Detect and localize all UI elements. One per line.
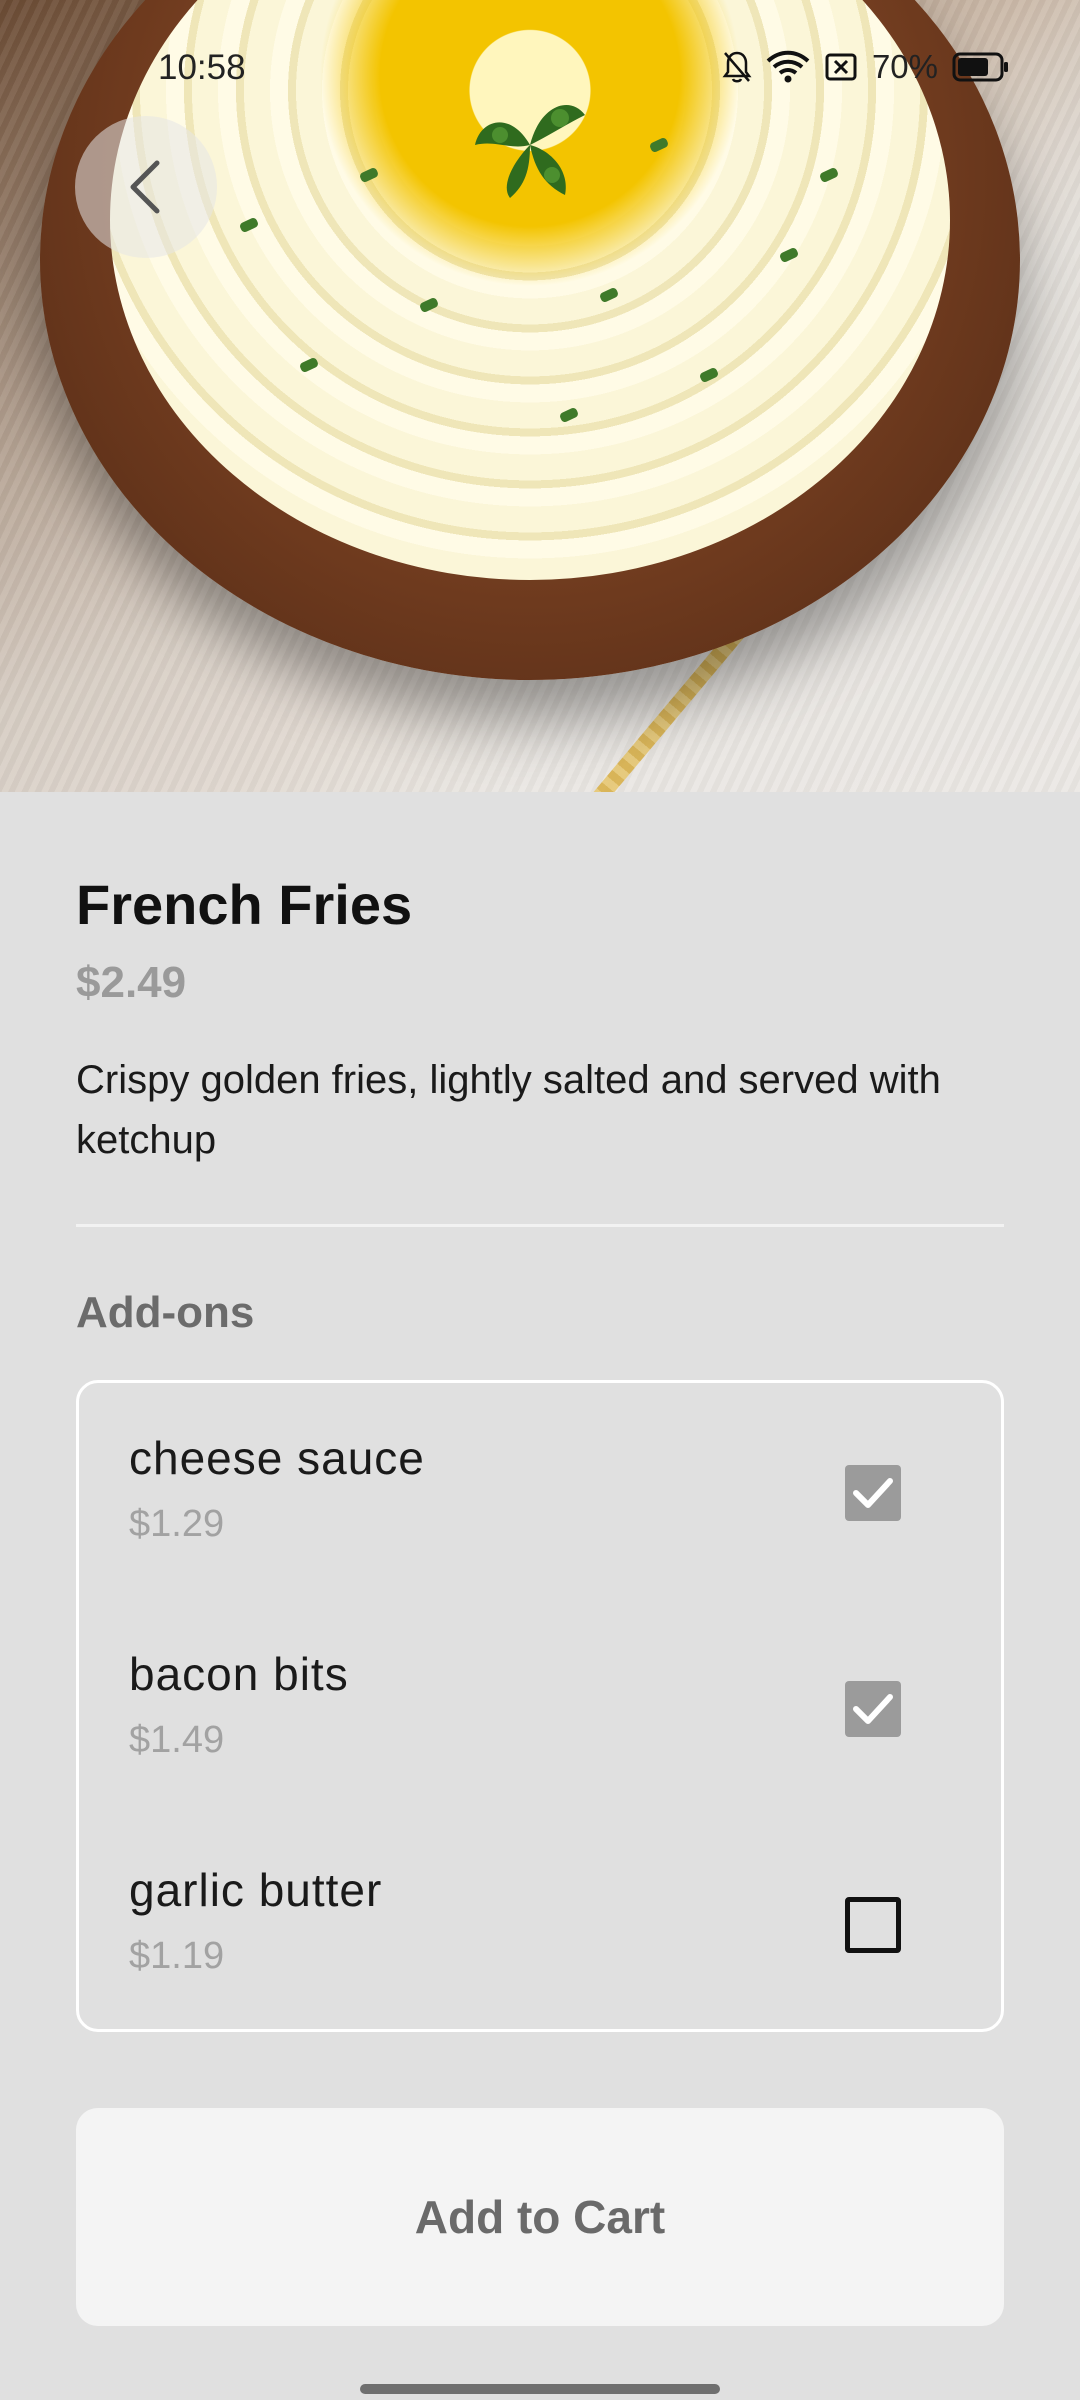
addon-name: bacon bits	[129, 1648, 349, 1700]
battery-percent: 70%	[871, 48, 938, 85]
addon-name: cheese sauce	[129, 1432, 425, 1484]
addon-item-garlic-butter[interactable]: garlic butter $1.19	[79, 1815, 1001, 2031]
back-button[interactable]	[75, 116, 217, 258]
item-title: French Fries	[76, 873, 413, 936]
divider	[76, 1224, 1004, 1227]
addon-price: $1.19	[129, 1935, 225, 1977]
status-time: 10:58	[158, 48, 246, 87]
chevron-left-icon	[130, 160, 160, 214]
addon-item-cheese-sauce[interactable]: cheese sauce $1.29	[79, 1383, 1001, 1599]
addon-price: $1.29	[129, 1503, 225, 1545]
addon-checkbox-checked[interactable]	[845, 1681, 901, 1737]
add-to-cart-button[interactable]: Add to Cart	[76, 2108, 1004, 2326]
add-to-cart-label: Add to Cart	[414, 2191, 666, 2243]
item-description: Crispy golden fries, lightly salted and …	[76, 1058, 941, 1162]
addon-checkbox-unchecked[interactable]	[845, 1897, 901, 1953]
addon-item-bacon-bits[interactable]: bacon bits $1.49	[79, 1599, 1001, 1815]
bell-off-icon	[722, 51, 752, 83]
wifi-icon	[766, 50, 810, 83]
addons-heading: Add-ons	[76, 1288, 255, 1337]
addon-name: garlic butter	[129, 1864, 383, 1916]
addon-checkbox-checked[interactable]	[845, 1465, 901, 1521]
item-price: $2.49	[76, 958, 187, 1007]
battery-icon	[952, 52, 1008, 82]
checkmark-icon	[853, 1694, 893, 1724]
home-indicator[interactable]	[360, 2384, 720, 2394]
checkmark-icon	[853, 1478, 893, 1508]
product-detail-screen: 10:58 70% French Fries $2.49 Crispy gold…	[0, 0, 1080, 2400]
sim-blocked-icon	[825, 53, 857, 81]
addon-price: $1.49	[129, 1719, 225, 1761]
addons-list: cheese sauce $1.29 bacon bits $1.49 garl…	[76, 1380, 1004, 2032]
status-icons: 70%	[722, 48, 1010, 86]
